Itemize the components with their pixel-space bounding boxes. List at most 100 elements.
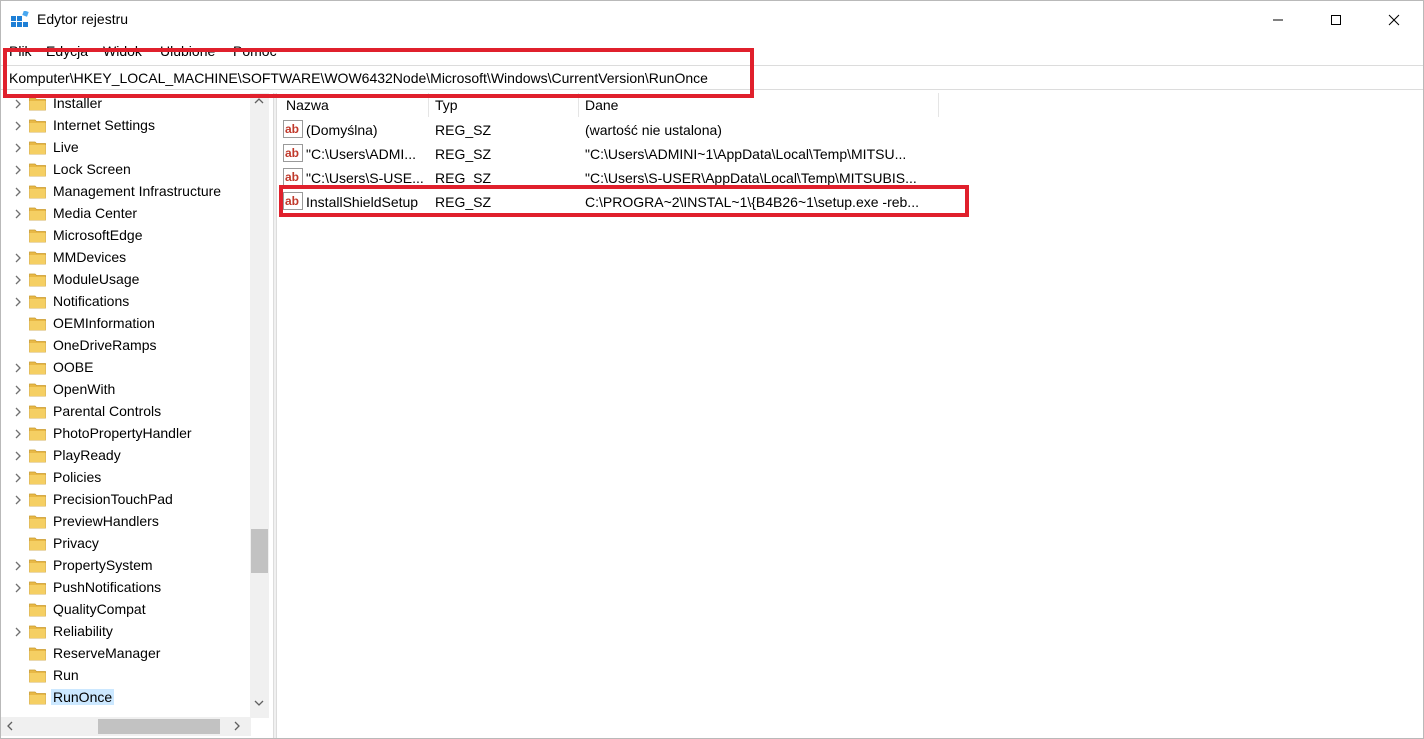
close-button[interactable] (1365, 1, 1423, 39)
registry-editor-window: Edytor rejestru Plik Edycja Widok Ulubio… (0, 0, 1424, 739)
chevron-right-icon[interactable] (13, 582, 23, 594)
chevron-right-icon[interactable] (13, 98, 23, 110)
tree-item-label: PlayReady (53, 447, 121, 463)
minimize-button[interactable] (1249, 1, 1307, 39)
scroll-right-icon[interactable] (233, 721, 241, 731)
chevron-right-icon[interactable] (13, 164, 23, 176)
chevron-right-icon[interactable] (13, 472, 23, 484)
tree-item[interactable]: OEMInformation (1, 313, 251, 335)
folder-icon (29, 207, 46, 221)
column-header-nazwa[interactable]: Nazwa (286, 97, 329, 113)
tree-item-label: ReserveManager (53, 645, 161, 661)
value-name: (Domyślna) (306, 122, 378, 138)
tree-vertical-scrollbar[interactable] (250, 93, 269, 718)
folder-icon (29, 625, 46, 639)
chevron-right-icon[interactable] (13, 274, 23, 286)
scroll-left-icon[interactable] (6, 721, 14, 731)
folder-icon (29, 141, 46, 155)
tree-item[interactable]: Notifications (1, 291, 251, 313)
tree-item[interactable]: OneDriveRamps (1, 335, 251, 357)
tree-item[interactable]: PushNotifications (1, 577, 251, 599)
tree-item[interactable]: OOBE (1, 357, 251, 379)
folder-icon (29, 383, 46, 397)
tree-item[interactable]: PropertySystem (1, 555, 251, 577)
tree-item[interactable]: ModuleUsage (1, 269, 251, 291)
chevron-right-icon[interactable] (13, 362, 23, 374)
tree-item[interactable]: Policies (1, 467, 251, 489)
scroll-down-icon[interactable] (254, 699, 264, 707)
tree-item[interactable]: Media Center (1, 203, 251, 225)
chevron-right-icon[interactable] (13, 428, 23, 440)
tree-item-label: Parental Controls (53, 403, 162, 419)
minimize-icon (1273, 19, 1283, 21)
tree-item[interactable]: PrecisionTouchPad (1, 489, 251, 511)
registry-tree[interactable]: Installer Internet Settings Live Lock Scree… (1, 93, 271, 738)
title-bar[interactable]: Edytor rejestru (1, 1, 1423, 39)
tree-item-label: Media Center (53, 205, 138, 221)
folder-icon (29, 273, 46, 287)
column-divider[interactable] (938, 93, 939, 117)
column-header-dane[interactable]: Dane (585, 97, 618, 113)
tree-item[interactable]: PreviewHandlers (1, 511, 251, 533)
tree-item-label: Management Infrastructure (53, 183, 222, 199)
chevron-right-icon[interactable] (13, 560, 23, 572)
maximize-button[interactable] (1307, 1, 1365, 39)
tree-item[interactable]: Management Infrastructure (1, 181, 251, 203)
tree-item[interactable]: PhotoPropertyHandler (1, 423, 251, 445)
value-row[interactable]: ab "C:\Users\ADMI... REG_SZ "C:\Users\ADMIN… (278, 142, 978, 166)
svg-text:ab: ab (285, 170, 299, 184)
chevron-right-icon[interactable] (13, 450, 23, 462)
chevron-right-icon[interactable] (13, 626, 23, 638)
chevron-right-icon[interactable] (13, 120, 23, 132)
tree-item[interactable]: MMDevices (1, 247, 251, 269)
folder-icon (29, 119, 46, 133)
pane-splitter[interactable] (273, 93, 277, 738)
folder-icon (29, 471, 46, 485)
chevron-right-icon[interactable] (13, 494, 23, 506)
tree-item[interactable]: OpenWith (1, 379, 251, 401)
folder-icon (29, 185, 46, 199)
value-name: "C:\Users\ADMI... (306, 146, 416, 162)
chevron-right-icon[interactable] (13, 296, 23, 308)
tree-item[interactable]: PlayReady (1, 445, 251, 467)
chevron-right-icon[interactable] (13, 186, 23, 198)
folder-icon (29, 251, 46, 265)
folder-icon (29, 515, 46, 529)
tree-item[interactable]: QualityCompat (1, 599, 251, 621)
tree-item[interactable]: Privacy (1, 533, 251, 555)
chevron-right-icon[interactable] (13, 384, 23, 396)
scroll-up-icon[interactable] (254, 97, 264, 105)
chevron-right-icon[interactable] (13, 208, 23, 220)
vertical-scroll-thumb[interactable] (251, 529, 268, 573)
tree-item-label: Internet Settings (53, 117, 155, 133)
tree-item-label: PrecisionTouchPad (53, 491, 173, 507)
value-type: REG_SZ (435, 122, 492, 138)
tree-item[interactable]: Run (1, 665, 251, 687)
svg-text:ab: ab (285, 122, 299, 136)
tree-item-label: PropertySystem (53, 557, 153, 573)
tree-item-label: PreviewHandlers (53, 513, 159, 529)
tree-item[interactable]: Parental Controls (1, 401, 251, 423)
folder-icon (29, 361, 46, 375)
value-row[interactable]: ab (Domyślna) REG_SZ (wartość nie ustalona) (278, 118, 978, 142)
value-data: "C:\Users\ADMINI~1\AppData\Local\Temp\MI… (585, 146, 907, 162)
chevron-right-icon[interactable] (13, 252, 23, 264)
tree-item-label: MMDevices (53, 249, 127, 265)
column-header-typ[interactable]: Typ (435, 97, 458, 113)
tree-item[interactable]: ReserveManager (1, 643, 251, 665)
tree-item-label: RunOnce (51, 689, 115, 705)
tree-item[interactable]: Internet Settings (1, 115, 251, 137)
registry-editor-icon (11, 11, 29, 27)
tree-horizontal-scrollbar[interactable] (1, 717, 251, 736)
chevron-right-icon[interactable] (13, 142, 23, 154)
horizontal-scroll-thumb[interactable] (98, 719, 220, 734)
tree-item[interactable]: Lock Screen (1, 159, 251, 181)
tree-item-label: Run (53, 667, 79, 683)
address-highlight-box (3, 48, 754, 98)
tree-item[interactable]: Reliability (1, 621, 251, 643)
tree-item[interactable]: MicrosoftEdge (1, 225, 251, 247)
chevron-right-icon[interactable] (13, 406, 23, 418)
tree-item[interactable]: RunOnce (1, 687, 251, 709)
tree-item[interactable]: Live (1, 137, 251, 159)
tree-item-label: OEMInformation (53, 315, 155, 331)
